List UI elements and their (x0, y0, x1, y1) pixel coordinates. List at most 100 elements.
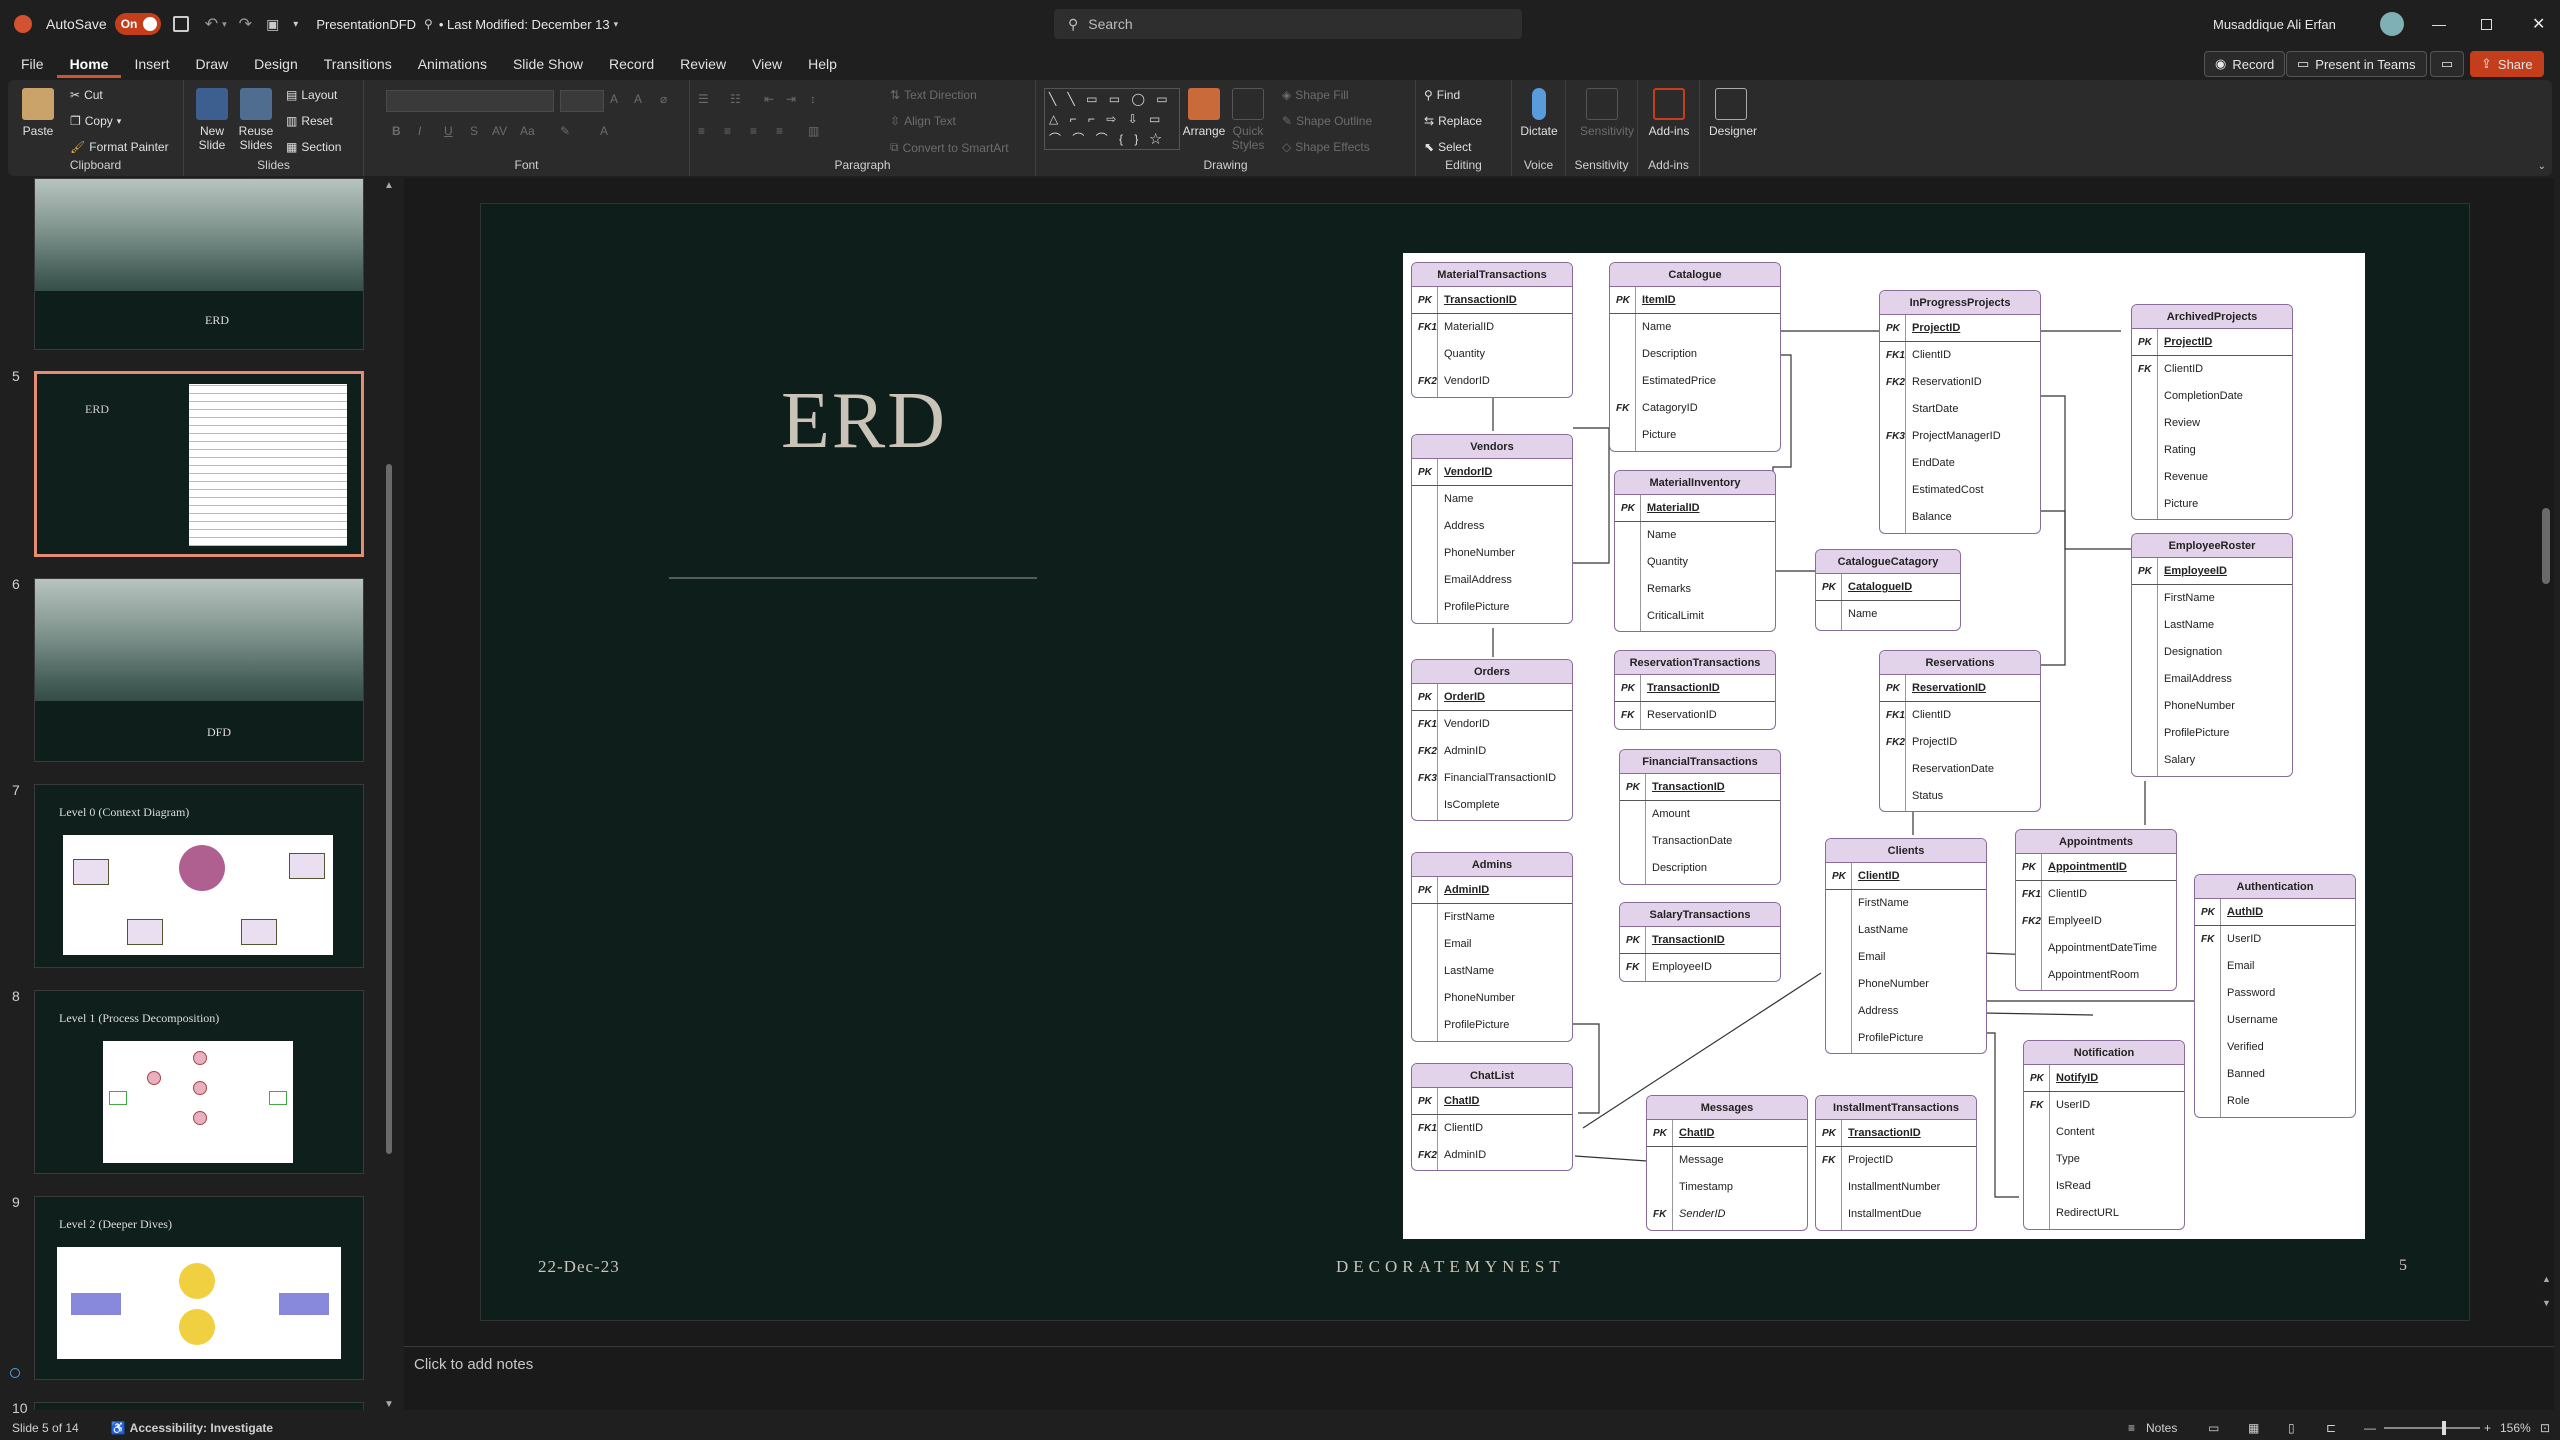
accessibility-status[interactable]: Accessibility: Investigate (130, 1421, 273, 1435)
shapes-gallery[interactable]: ╲ ╲ ▭ ▭ ◯ ▭ △ ⌐ ⌐ ⇨ ⇩ ▭ ⌒ ⌒ ⌒ { } ☆ (1044, 88, 1180, 150)
line-spacing-button[interactable]: ↕ (810, 92, 816, 106)
thumbnail-slide-5[interactable]: ERD (34, 371, 364, 557)
new-slide-button[interactable]: New Slide (190, 88, 234, 152)
restore-icon[interactable] (2481, 18, 2492, 30)
chevron-down-icon[interactable]: ▾ (614, 19, 619, 30)
thumbnail-slide-8[interactable]: Level 1 (Process Decomposition) (34, 990, 364, 1174)
user-name[interactable]: Musaddique Ali Erfan (2213, 17, 2336, 32)
text-direction-button[interactable]: ⇅ Text Direction (890, 88, 977, 102)
zoom-level[interactable]: 156% (2500, 1421, 2531, 1435)
bold-button[interactable]: B (392, 124, 401, 138)
reuse-slides-button[interactable]: Reuse Slides (234, 88, 278, 152)
numbering-button[interactable]: ☷ (730, 92, 741, 106)
paste-button[interactable]: Paste (16, 88, 60, 138)
scroll-thumb[interactable] (386, 464, 392, 1154)
change-case-button[interactable]: Aa (520, 124, 535, 138)
designer-button[interactable]: Designer (1709, 88, 1757, 138)
notes-pane[interactable]: Click to add notes (404, 1346, 2554, 1382)
entity-notification[interactable]: Notification PK NotifyID FK UserID Content… (2023, 1040, 2185, 1230)
share-button[interactable]: ⇪ Share (2470, 51, 2544, 77)
redo-icon[interactable]: ↷ (239, 14, 252, 34)
justify-button[interactable]: ≡ (776, 124, 783, 138)
slideshow-view-icon[interactable]: ⊏ (2326, 1421, 2336, 1435)
entity-admins[interactable]: Admins PK AdminID FirstName Email LastNam… (1411, 852, 1573, 1042)
entity-orders[interactable]: Orders PK OrderID FK1 VendorID FK2 AdminID … (1411, 659, 1573, 821)
notes-button[interactable]: Notes (2146, 1421, 2177, 1435)
save-icon[interactable] (172, 16, 189, 32)
comments-button[interactable]: ▭ (2430, 51, 2464, 77)
thumbnail-slide-4[interactable]: ERD (34, 178, 364, 350)
underline-button[interactable]: U (444, 124, 453, 138)
tab-animations[interactable]: Animations (405, 50, 500, 78)
record-button[interactable]: ◉ Record (2204, 51, 2286, 77)
tab-design[interactable]: Design (241, 50, 311, 78)
fit-to-window-icon[interactable]: ⊡ (2540, 1421, 2550, 1435)
addins-button[interactable]: Add-ins (1647, 88, 1691, 138)
format-painter-button[interactable]: 🖌 Format Painter (70, 140, 169, 154)
thumbnail-slide-7[interactable]: Level 0 (Context Diagram) (34, 784, 364, 968)
char-spacing-button[interactable]: AV (492, 124, 507, 138)
slide-sorter-icon[interactable]: ▦ (2248, 1421, 2259, 1435)
shape-outline-button[interactable]: ✎ Shape Outline (1282, 114, 1372, 128)
thumbnail-scrollbar[interactable]: ▲ ▼ (384, 180, 394, 1410)
zoom-slider[interactable] (2384, 1421, 2480, 1435)
scroll-thumb[interactable] (2542, 508, 2550, 584)
strikethrough-button[interactable]: S (470, 124, 478, 138)
editor-scrollbar[interactable]: ▲ ▼ (2542, 178, 2551, 1338)
scroll-up-icon[interactable]: ▲ (384, 180, 394, 191)
thumbnail-slide-6[interactable]: DFD (34, 578, 364, 762)
convert-smartart-button[interactable]: ⧉ Convert to SmartArt (890, 140, 1009, 155)
search-box[interactable]: ⚲ Search (1054, 9, 1522, 39)
entity-chatlist[interactable]: ChatList PK ChatID FK1 ClientID FK2 AdminID (1411, 1063, 1573, 1171)
present-from-start-icon[interactable]: ▣ (266, 16, 279, 33)
align-center-button[interactable]: ≡ (724, 124, 731, 138)
tab-draw[interactable]: Draw (182, 50, 241, 78)
present-in-teams-button[interactable]: ▭ Present in Teams (2286, 51, 2427, 77)
undo-dropdown-icon[interactable]: ▾ (222, 19, 227, 30)
grow-font-button[interactable]: A (610, 92, 618, 106)
highlight-button[interactable]: ✎ (560, 124, 570, 138)
dictate-button[interactable]: Dictate (1517, 88, 1561, 138)
layout-button[interactable]: ▤ Layout (286, 88, 337, 102)
select-button[interactable]: ⬉ Select (1424, 140, 1471, 154)
entity-materialtransactions[interactable]: MaterialTransactions PK TransactionID FK1… (1411, 262, 1573, 398)
reset-button[interactable]: ▥ Reset (286, 114, 333, 128)
entity-appointments[interactable]: Appointments PK AppointmentID FK1 ClientID… (2015, 829, 2177, 991)
tab-file[interactable]: File (8, 50, 57, 78)
zoom-out-icon[interactable]: — (2364, 1421, 2376, 1435)
slide-counter[interactable]: Slide 5 of 14 (12, 1421, 79, 1435)
avatar[interactable] (2380, 12, 2404, 36)
align-right-button[interactable]: ≡ (750, 124, 757, 138)
entity-cataloguecatagory[interactable]: CatalogueCatagory PK CatalogueID Name (1815, 549, 1961, 631)
shape-effects-button[interactable]: ◇ Shape Effects (1282, 140, 1370, 154)
section-button[interactable]: ▦ Section (286, 140, 341, 154)
find-button[interactable]: ⚲ Find (1424, 88, 1460, 102)
tab-help[interactable]: Help (795, 50, 850, 78)
entity-installmenttransactions[interactable]: InstallmentTransactions PK TransactionID … (1815, 1095, 1977, 1231)
thumbnail-slide-9[interactable]: Level 2 (Deeper Dives) (34, 1196, 364, 1380)
scroll-down-icon[interactable]: ▼ (384, 1399, 394, 1410)
minimize-icon[interactable]: — (2432, 16, 2446, 32)
shape-fill-button[interactable]: ◈ Shape Fill (1282, 88, 1349, 102)
normal-view-icon[interactable]: ▭ (2208, 1421, 2219, 1435)
columns-button[interactable]: ▥ (808, 124, 819, 138)
entity-reservationtransactions[interactable]: ReservationTransactions PK TransactionID … (1614, 650, 1776, 730)
entity-catalogue[interactable]: Catalogue PK ItemID Name Description Esti… (1609, 262, 1781, 452)
zoom-slider-thumb[interactable] (2442, 1421, 2446, 1435)
slide-title[interactable]: ERD (781, 376, 947, 467)
entity-messages[interactable]: Messages PK ChatID Message Timestamp FK Se… (1646, 1095, 1808, 1231)
tab-insert[interactable]: Insert (121, 50, 182, 78)
italic-button[interactable]: I (418, 124, 421, 138)
customize-toolbar-icon[interactable]: ▾ (293, 19, 298, 30)
copy-button[interactable]: ❐ Copy ▾ (70, 114, 121, 128)
font-family-select[interactable] (386, 90, 554, 112)
zoom-in-icon[interactable]: + (2484, 1421, 2491, 1435)
tab-record[interactable]: Record (596, 50, 667, 78)
thumbnail-slide-10[interactable] (34, 1402, 364, 1410)
align-text-button[interactable]: ⇳ Align Text (890, 114, 956, 128)
entity-employeeroster[interactable]: EmployeeRoster PK EmployeeID FirstName La… (2131, 533, 2293, 777)
tab-transitions[interactable]: Transitions (311, 50, 405, 78)
last-modified[interactable]: • Last Modified: December 13 (439, 17, 610, 32)
tab-view[interactable]: View (739, 50, 795, 78)
collapse-ribbon-icon[interactable]: ⌄ (2538, 161, 2546, 172)
